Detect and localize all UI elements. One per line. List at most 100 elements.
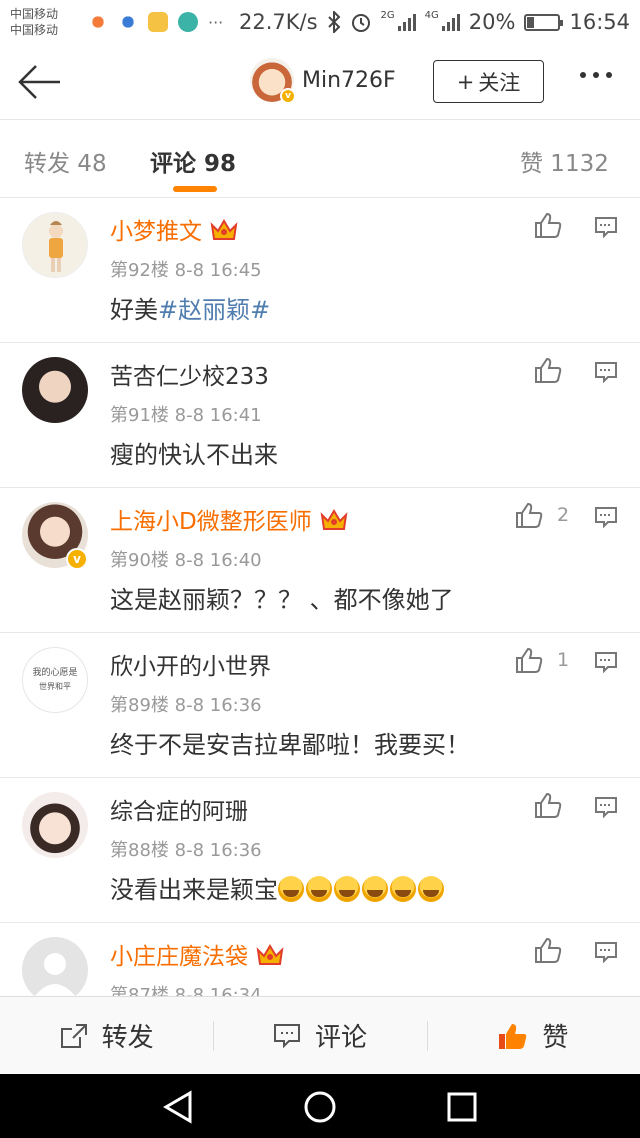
comment-text-plain: 没看出来是颖宝: [110, 876, 278, 904]
commenter-name[interactable]: 小梦推文: [110, 212, 238, 246]
like-button[interactable]: 2: [515, 502, 569, 528]
comment-item: 苦杏仁少校233 第91楼 8-8 16:41 瘦的快认不出来: [0, 343, 640, 488]
laughing-crying-emoji-icon: [334, 876, 360, 902]
post-author[interactable]: v Min726F: [250, 58, 396, 104]
repost-button[interactable]: 转发: [0, 997, 213, 1075]
tab-reposts[interactable]: 转发 48: [24, 144, 107, 178]
back-arrow-icon[interactable]: [16, 62, 62, 102]
follow-label: 关注: [478, 70, 521, 95]
signal-2g-icon: [397, 13, 416, 31]
commenter-avatar[interactable]: [22, 792, 88, 858]
crown-icon: [210, 219, 238, 240]
commenter-name-text[interactable]: 苦杏仁少校233: [110, 357, 269, 391]
reply-icon[interactable]: [594, 651, 618, 673]
comment-text: 终于不是安吉拉卑鄙啦！我要买！: [110, 731, 470, 759]
thumbs-up-icon: [535, 212, 562, 238]
carrier-1: 中国移动: [10, 7, 59, 21]
follow-button[interactable]: + 关注: [433, 60, 544, 103]
tab-comments[interactable]: 评论 98: [150, 144, 236, 178]
comment-meta: 第91楼 8-8 16:41: [110, 405, 262, 426]
nav-home-icon[interactable]: [302, 1089, 338, 1125]
more-options-icon[interactable]: [580, 72, 612, 78]
comment-text: 没看出来是颖宝: [110, 870, 446, 905]
commenter-avatar[interactable]: [22, 937, 88, 996]
commenter-name-text[interactable]: 小梦推文: [110, 212, 202, 246]
comment-meta: 第88楼 8-8 16:36: [110, 840, 262, 861]
commenter-name[interactable]: 上海小D微整形医师: [110, 502, 348, 536]
like-button[interactable]: [534, 937, 562, 963]
graduation-icon: [178, 12, 198, 32]
comment-icon: [273, 1023, 300, 1048]
comment-item: 小庄庄魔法袋 第87楼 8-8 16:34: [0, 923, 640, 996]
thumbs-up-icon: [516, 502, 543, 528]
laughing-crying-emoji-icon: [390, 876, 416, 902]
commenter-avatar[interactable]: 我的心愿是 世界和平: [22, 647, 88, 713]
commenter-name[interactable]: 苦杏仁少校233: [110, 357, 269, 391]
like-button[interactable]: 1: [515, 647, 569, 673]
notification-icon: [88, 12, 108, 32]
thumbs-up-filled-icon: [499, 1023, 527, 1049]
reply-icon[interactable]: [594, 506, 618, 528]
more-notifications-icon: ···: [208, 12, 224, 32]
battery-percent: 20%: [468, 10, 516, 34]
reply-icon[interactable]: [594, 216, 618, 238]
comment-item: v 上海小D微整形医师 第90楼 8-8 16:40 这是赵丽颖？？？ 、都不像…: [0, 488, 640, 633]
laughing-crying-emoji-icon: [362, 876, 388, 902]
like-button[interactable]: [534, 357, 562, 383]
emoji-row: [278, 876, 446, 904]
commenter-avatar[interactable]: [22, 212, 88, 278]
commenter-avatar[interactable]: [22, 357, 88, 423]
weibo-comments-screen: 中国移动 中国移动 ··· 22.7K/s 2G 4G 20% 16:54 v …: [0, 0, 640, 1138]
topic-link[interactable]: #赵丽颖#: [158, 296, 270, 324]
commenter-name-text[interactable]: 上海小D微整形医师: [110, 502, 312, 536]
laughing-crying-emoji-icon: [306, 876, 332, 902]
commenter-name[interactable]: 欣小开的小世界: [110, 647, 271, 681]
like-button[interactable]: [534, 792, 562, 818]
like-button[interactable]: [534, 212, 562, 238]
comment-list: 小梦推文 第92楼 8-8 16:45 好美#赵丽颖# 苦杏仁少校233 第91…: [0, 198, 640, 996]
tab-likes[interactable]: 赞 1132: [520, 144, 609, 178]
plus-icon: +: [456, 69, 475, 94]
comment-text: 瘦的快认不出来: [110, 441, 278, 469]
comment-button[interactable]: 评论: [213, 997, 426, 1075]
comment-item: 我的心愿是 世界和平 欣小开的小世界 第89楼 8-8 16:36 终于不是安吉…: [0, 633, 640, 778]
comment-item: 综合症的阿珊 第88楼 8-8 16:36 没看出来是颖宝: [0, 778, 640, 923]
reply-icon[interactable]: [594, 796, 618, 818]
like-count: 2: [557, 504, 570, 526]
commenter-avatar[interactable]: v: [22, 502, 88, 570]
like-post-button[interactable]: 赞: [426, 997, 640, 1075]
status-right: 22.7K/s 2G 4G 20% 16:54: [239, 10, 630, 34]
author-avatar[interactable]: v: [250, 58, 296, 104]
default-avatar-icon: [34, 953, 76, 996]
nav-back-icon[interactable]: [160, 1090, 196, 1124]
commenter-name[interactable]: 小庄庄魔法袋: [110, 937, 284, 971]
system-navigation-bar: [0, 1074, 640, 1138]
verified-badge-icon: v: [66, 548, 88, 570]
verified-badge-icon: v: [280, 88, 296, 104]
comment-text: 好美#赵丽颖#: [110, 290, 270, 325]
nav-recents-icon[interactable]: [446, 1091, 478, 1123]
thumbs-up-icon: [535, 792, 562, 818]
battery-icon: [524, 13, 564, 31]
laughing-crying-emoji-icon: [278, 876, 304, 902]
carriers: 中国移动 中国移动: [10, 6, 70, 38]
status-bar: 中国移动 中国移动 ··· 22.7K/s 2G 4G 20% 16:54: [0, 0, 640, 44]
bluetooth-icon: [327, 11, 340, 33]
network-4g-label: 4G: [424, 10, 439, 21]
crown-icon: [320, 509, 348, 530]
author-name[interactable]: Min726F: [302, 68, 396, 93]
crown-icon: [256, 944, 284, 965]
commenter-name[interactable]: 综合症的阿珊: [110, 792, 248, 826]
comment-meta: 第87楼 8-8 16:34: [110, 985, 262, 996]
like-label: 赞: [542, 1023, 569, 1053]
reply-icon[interactable]: [594, 361, 618, 383]
clock: 16:54: [569, 10, 630, 34]
comment-meta: 第89楼 8-8 16:36: [110, 695, 262, 716]
top-bar: v Min726F + 关注: [0, 44, 640, 120]
reply-icon[interactable]: [594, 941, 618, 963]
active-tab-indicator: [173, 186, 217, 192]
commenter-name-text[interactable]: 小庄庄魔法袋: [110, 937, 248, 971]
commenter-name-text[interactable]: 综合症的阿珊: [110, 792, 248, 826]
commenter-name-text[interactable]: 欣小开的小世界: [110, 647, 271, 681]
carrier-2: 中国移动: [10, 23, 59, 37]
